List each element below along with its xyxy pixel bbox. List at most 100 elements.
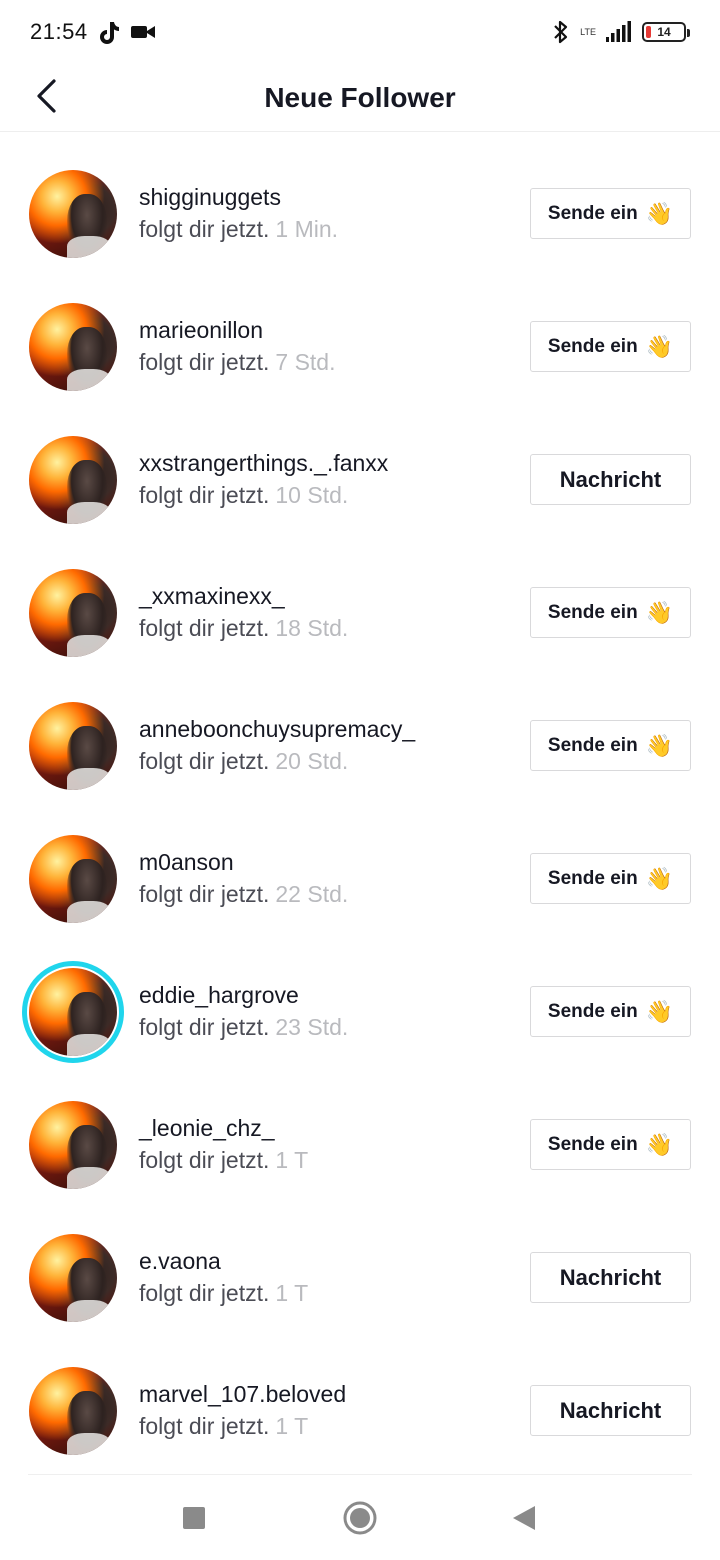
follow-time: 18 Std. [275, 615, 349, 641]
back-button[interactable] [26, 74, 66, 122]
send-wave-button[interactable]: Sende ein 👋 [530, 986, 691, 1037]
chevron-left-icon [34, 78, 58, 119]
follower-row[interactable]: marieonillon folgt dir jetzt. 7 Std. Sende … [0, 281, 720, 414]
username[interactable]: _xxmaxinexx_ [139, 583, 285, 610]
follow-status: folgt dir jetzt. 10 Std. [139, 482, 348, 509]
back-icon [511, 1504, 537, 1537]
follower-row[interactable]: shigginuggets folgt dir jetzt. 1 Min. Sende… [0, 148, 720, 281]
username[interactable]: marvel_107.beloved [139, 1381, 346, 1408]
network-type-label: LTE [580, 26, 596, 37]
username[interactable]: eddie_hargrove [139, 982, 299, 1009]
waving-hand-icon: 👋 [645, 732, 674, 758]
message-label: Nachricht [559, 1397, 662, 1423]
follow-status-text: folgt dir jetzt. [139, 216, 270, 242]
send-wave-button[interactable]: Sende ein 👋 [530, 1119, 691, 1170]
nav-back-button[interactable] [504, 1500, 544, 1540]
follower-row[interactable]: m0anson folgt dir jetzt. 22 Std. Sende ein 👋 [0, 813, 720, 946]
battery-level: 14 [657, 25, 671, 39]
follow-status-text: folgt dir jetzt. [139, 482, 270, 508]
avatar[interactable] [29, 1234, 117, 1322]
battery-icon: 14 [642, 22, 690, 42]
username[interactable]: e.vaona [139, 1248, 221, 1275]
follower-row[interactable]: marvel_107.belovedfolgt dir jetzt. 1 T Nac… [0, 1345, 720, 1478]
signal-icon [606, 21, 632, 43]
send-wave-button[interactable]: Sende ein 👋 [530, 587, 691, 638]
message-button[interactable]: Nachricht [530, 1385, 691, 1436]
username[interactable]: m0anson [139, 849, 234, 876]
follow-status-text: folgt dir jetzt. [139, 615, 270, 641]
avatar[interactable] [29, 436, 117, 524]
tiktok-icon [98, 20, 120, 44]
waving-hand-icon: 👋 [645, 998, 674, 1024]
follow-status-text: folgt dir jetzt. [139, 748, 270, 774]
divider [28, 1474, 692, 1475]
follow-time: 7 Std. [275, 349, 336, 375]
follow-status: folgt dir jetzt. 7 Std. [139, 349, 336, 376]
message-label: Nachricht [559, 466, 662, 492]
follow-status: folgt dir jetzt. 20 Std. [139, 748, 348, 775]
message-button[interactable]: Nachricht [530, 454, 691, 505]
waving-hand-icon: 👋 [645, 200, 674, 226]
follow-time: 23 Std. [275, 1014, 349, 1040]
follower-row[interactable]: e.vaona folgt dir jetzt. 1 T Nachricht [0, 1212, 720, 1345]
username[interactable]: xxstrangerthings._.fanxx [139, 450, 388, 477]
follow-status: folgt dir jetzt. 18 Std. [139, 615, 348, 642]
send-wave-button[interactable]: Sende ein 👋 [530, 853, 691, 904]
send-wave-label: Sende ein [547, 202, 638, 224]
avatar[interactable] [29, 1367, 117, 1455]
avatar[interactable] [29, 835, 117, 923]
video-camera-icon [130, 23, 156, 41]
follow-status-text: folgt dir jetzt. [139, 1014, 270, 1040]
username[interactable]: _leonie_chz_ [139, 1115, 275, 1142]
page-title: Neue Follower [264, 81, 456, 113]
follow-status: folgt dir jetzt. 1 T [139, 1413, 308, 1440]
avatar[interactable] [29, 170, 117, 258]
avatar[interactable] [29, 968, 117, 1056]
follow-status-text: folgt dir jetzt. [139, 1147, 270, 1173]
send-wave-button[interactable]: Sende ein 👋 [530, 720, 691, 771]
send-wave-label: Sende ein [547, 1000, 638, 1022]
username[interactable]: shigginuggets [139, 184, 281, 211]
waving-hand-icon: 👋 [645, 865, 674, 891]
follow-status: folgt dir jetzt. 1 Min. [139, 216, 338, 243]
waving-hand-icon: 👋 [645, 1131, 674, 1157]
network-indicator: LTE [580, 26, 596, 37]
send-wave-button[interactable]: Sende ein 👋 [530, 321, 691, 372]
page-header: Neue Follower [0, 64, 720, 132]
message-button[interactable]: Nachricht [530, 1252, 691, 1303]
follower-row[interactable]: xxstrangerthings._.fanxxfolgt dir jetzt.… [0, 414, 720, 547]
follow-time: 1 Min. [275, 216, 339, 242]
follow-status: folgt dir jetzt. 22 Std. [139, 881, 348, 908]
follower-row[interactable]: _leonie_chz_folgt dir jetzt. 1 T Sende ein… [0, 1079, 720, 1212]
send-wave-label: Sende ein [547, 734, 638, 756]
username[interactable]: marieonillon [139, 317, 263, 344]
follower-row[interactable]: anneboonchuysupremacy_folgt dir jetzt. 20… [0, 680, 720, 813]
follower-row[interactable]: eddie_hargrovefolgt dir jetzt. 23 Std. Sen… [0, 946, 720, 1079]
follow-status: folgt dir jetzt. 1 T [139, 1280, 308, 1307]
follow-time: 1 T [275, 1413, 309, 1439]
bluetooth-icon [552, 19, 570, 45]
recent-apps-button[interactable] [174, 1500, 214, 1540]
follow-time: 10 Std. [275, 482, 349, 508]
home-button[interactable] [340, 1500, 380, 1540]
follow-status-text: folgt dir jetzt. [139, 1413, 270, 1439]
avatar[interactable] [29, 303, 117, 391]
avatar[interactable] [29, 702, 117, 790]
username[interactable]: anneboonchuysupremacy_ [139, 716, 415, 743]
follower-row[interactable]: _xxmaxinexx_folgt dir jetzt. 18 Std. Sende… [0, 547, 720, 680]
status-time: 21:54 [30, 19, 88, 44]
send-wave-label: Sende ein [547, 867, 638, 889]
follow-time: 22 Std. [275, 881, 349, 907]
status-bar: 21:54 LTE 14 [0, 0, 720, 64]
follow-time: 20 Std. [275, 748, 349, 774]
follow-time: 1 T [275, 1147, 309, 1173]
system-nav-bar [0, 1478, 720, 1560]
follow-status-text: folgt dir jetzt. [139, 1280, 270, 1306]
send-wave-button[interactable]: Sende ein 👋 [530, 188, 691, 239]
avatar[interactable] [29, 569, 117, 657]
follow-status-text: folgt dir jetzt. [139, 881, 270, 907]
avatar[interactable] [29, 1101, 117, 1189]
send-wave-label: Sende ein [547, 601, 638, 623]
waving-hand-icon: 👋 [645, 333, 674, 359]
follow-status: folgt dir jetzt. 1 T [139, 1147, 308, 1174]
